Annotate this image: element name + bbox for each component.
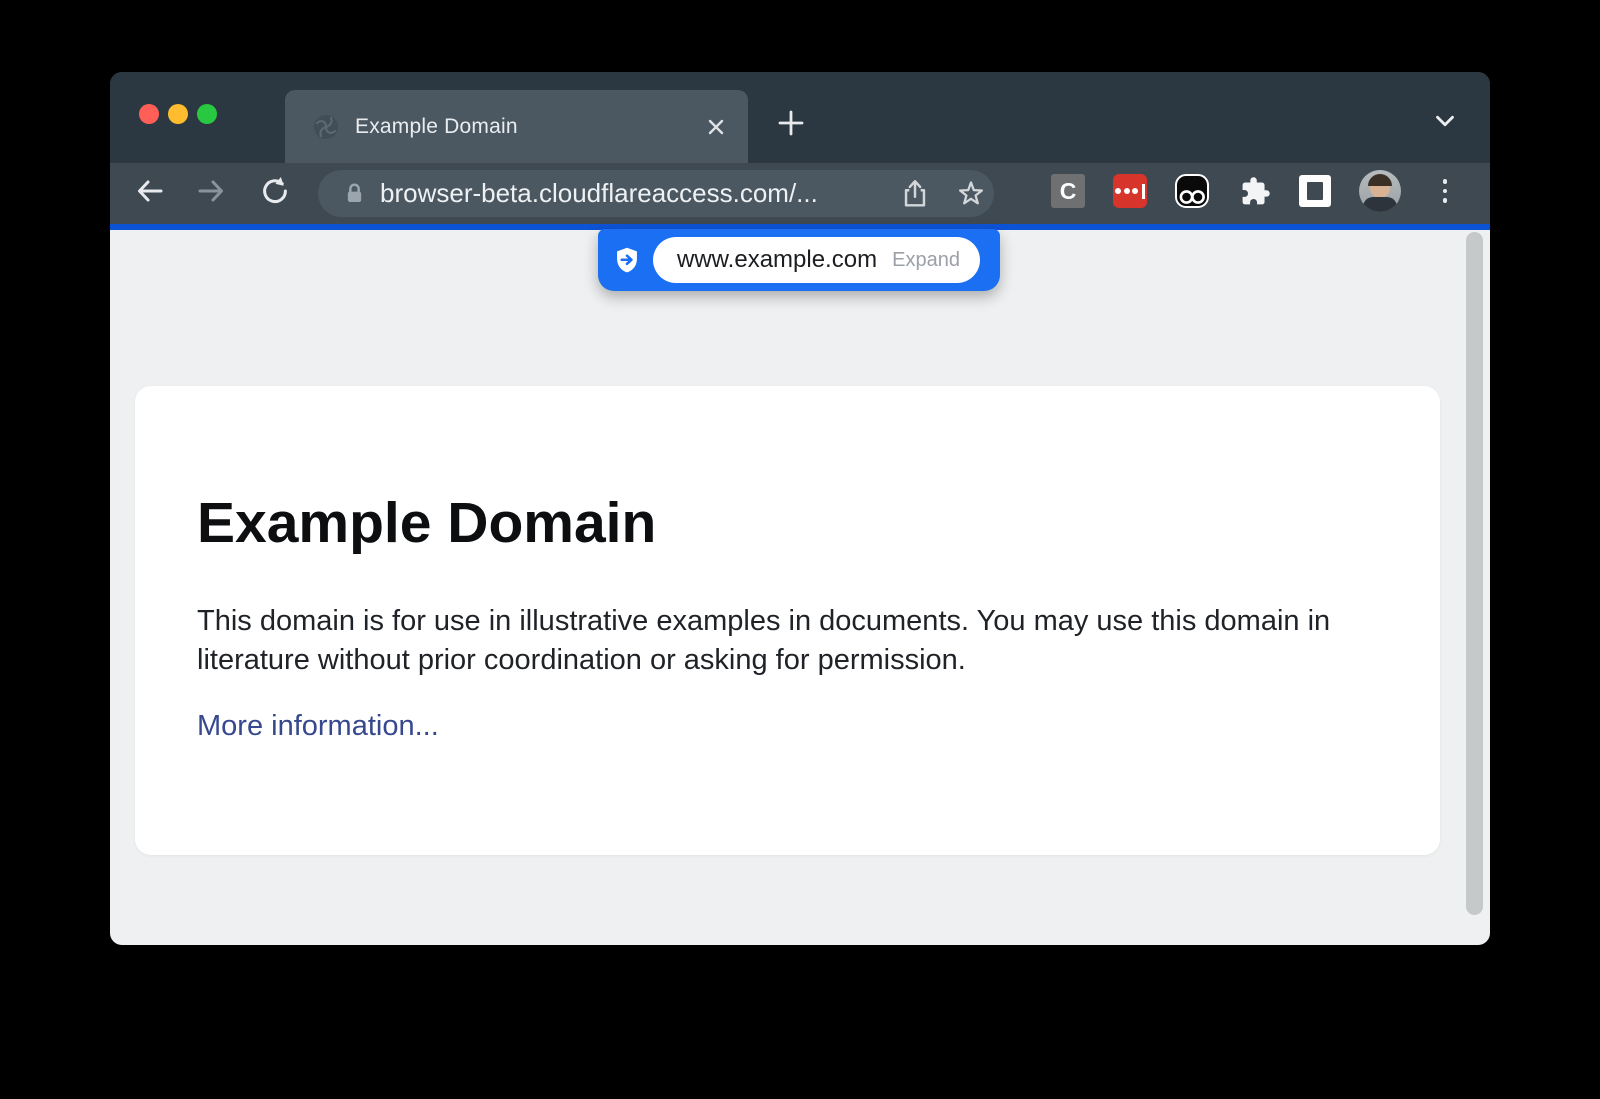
close-window-button[interactable] <box>139 104 159 124</box>
forward-button[interactable] <box>191 171 231 211</box>
page-paragraph: This domain is for use in illustrative e… <box>197 602 1357 680</box>
tab-title: Example Domain <box>355 115 518 139</box>
profile-avatar[interactable] <box>1359 170 1401 212</box>
back-button[interactable] <box>130 171 170 211</box>
extension-c-icon[interactable]: C <box>1051 174 1085 208</box>
isolated-url-field[interactable]: www.example.com Expand <box>653 237 980 283</box>
kebab-menu-icon[interactable] <box>1435 176 1455 206</box>
tab-strip: Example Domain <box>110 72 1490 163</box>
reload-button[interactable] <box>255 171 295 211</box>
extensions-puzzle-icon[interactable] <box>1238 174 1272 208</box>
goggles-extension-icon[interactable] <box>1173 172 1211 210</box>
url-text: browser-beta.cloudflareaccess.com/... <box>380 170 818 217</box>
lock-icon[interactable] <box>342 181 367 206</box>
expand-button[interactable]: Expand <box>892 249 960 272</box>
page-title: Example Domain <box>197 490 1440 556</box>
content-card: Example Domain This domain is for use in… <box>135 386 1440 855</box>
scrollbar[interactable] <box>1466 232 1483 915</box>
fullscreen-window-button[interactable] <box>197 104 217 124</box>
address-bar[interactable]: browser-beta.cloudflareaccess.com/... <box>318 170 994 217</box>
chevron-down-icon[interactable] <box>1423 99 1467 143</box>
share-icon[interactable] <box>897 176 933 212</box>
isolation-url-pill[interactable]: www.example.com Expand <box>598 229 1000 291</box>
side-panel-icon[interactable] <box>1299 175 1331 207</box>
browser-window: Example Domain <box>110 72 1490 945</box>
toolbar: browser-beta.cloudflareaccess.com/... C <box>110 163 1490 224</box>
new-tab-button[interactable] <box>769 101 813 145</box>
bookmark-star-icon[interactable] <box>953 176 989 212</box>
lastpass-extension-icon[interactable] <box>1113 174 1147 208</box>
minimize-window-button[interactable] <box>168 104 188 124</box>
page-viewport: www.example.com Expand Example Domain Th… <box>110 230 1490 945</box>
more-information-link[interactable]: More information... <box>197 710 439 743</box>
tab-example-domain[interactable]: Example Domain <box>285 90 748 163</box>
tab-close-icon[interactable] <box>704 115 728 139</box>
isolated-host-text: www.example.com <box>677 246 877 274</box>
globe-favicon-icon <box>313 114 339 140</box>
shield-arrow-icon <box>613 246 641 274</box>
